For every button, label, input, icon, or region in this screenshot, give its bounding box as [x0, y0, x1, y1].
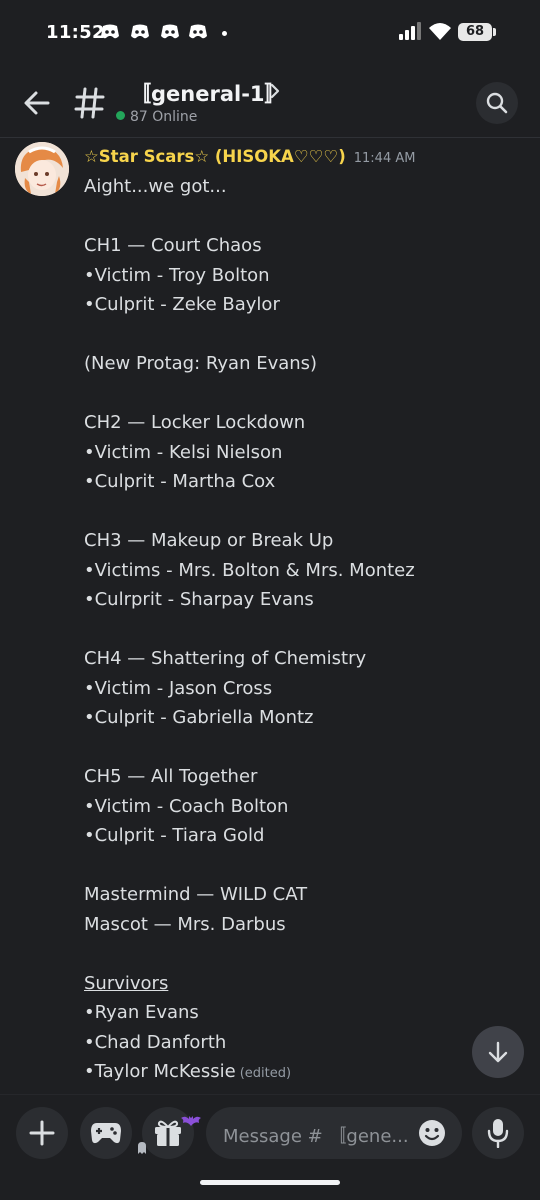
message-line: CH4 — Shattering of Chemistry	[84, 648, 524, 678]
message-line: Mastermind — WILD CAT	[84, 884, 524, 914]
activities-button[interactable]	[80, 1107, 132, 1159]
message-line-text: CH4 — Shattering of Chemistry	[84, 648, 367, 669]
message-line: •Victim - Coach Bolton	[84, 796, 524, 826]
channel-name[interactable]: 〚general-1〛	[130, 78, 286, 108]
message-line-text: •Culprit - Tiara Gold	[84, 825, 265, 846]
discord-icon	[161, 24, 179, 39]
discord-icon	[101, 24, 119, 39]
online-dot	[116, 111, 125, 120]
message-line-text: •Taylor McKessie	[84, 1061, 236, 1082]
message-line: •Victim - Jason Cross	[84, 678, 524, 708]
message-line: •Culrprit - Sharpay Evans	[84, 589, 524, 619]
message-line-text: (New Protag: Ryan Evans)	[84, 353, 318, 374]
message-author[interactable]: ☆Star Scars☆ (HISOKA♡♡♡)	[84, 147, 346, 166]
message-line-text: Mastermind — WILD CAT	[84, 884, 308, 905]
message-line-text: Aight...we got...	[84, 176, 227, 197]
message-line-text: Mascot — Mrs. Darbus	[84, 913, 286, 935]
message-line: (New Protag: Ryan Evans)	[84, 353, 524, 383]
arrow-down-icon	[488, 1041, 508, 1063]
message-line: CH1 — Court Chaos	[84, 235, 524, 265]
status-time: 11:52	[46, 22, 105, 43]
message-line-text: •Ryan Evans	[84, 1002, 199, 1023]
voice-message-button[interactable]	[472, 1107, 524, 1159]
microphone-icon	[487, 1119, 509, 1148]
chevron-right-icon[interactable]	[268, 82, 282, 100]
channel-header: 〚general-1〛 87 Online	[0, 64, 540, 138]
message-line: •Culprit - Martha Cox	[84, 471, 524, 501]
cell-signal-icon	[399, 22, 421, 40]
gift-icon	[155, 1120, 181, 1146]
message-line: Survivors	[84, 973, 524, 1003]
message-line-text: •Culprit - Martha Cox	[84, 471, 276, 492]
avatar-image	[15, 142, 69, 196]
channel-hash-icon	[74, 87, 105, 119]
plus-icon	[29, 1120, 55, 1146]
message-line-text: CH5 — All Together	[84, 766, 258, 787]
message-line-text: •Victim - Coach Bolton	[84, 795, 289, 817]
message-line: •Culprit - Zeke Baylor	[84, 294, 524, 324]
message-line: •Ryan Evans	[84, 1002, 524, 1032]
message-line: •Taylor McKessie (edited)	[84, 1061, 524, 1091]
message-line: •Victim - Troy Bolton	[84, 265, 524, 295]
bat-icon	[181, 1116, 201, 1126]
back-arrow-icon[interactable]	[20, 86, 54, 120]
discord-icon	[189, 24, 207, 39]
message-line-text: •Victim - Troy Bolton	[84, 264, 270, 286]
more-notifications-dot	[222, 31, 227, 36]
message-line: Mascot — Mrs. Darbus	[84, 914, 524, 944]
message-line: •Chad Danforth	[84, 1032, 524, 1062]
status-bar: 11:52 68	[0, 0, 540, 64]
message-line: •Victims - Mrs. Bolton & Mrs. Montez	[84, 560, 524, 590]
ghost-icon	[138, 1142, 146, 1154]
message-line-text: CH1 — Court Chaos	[84, 235, 262, 256]
message-line-text: •Victim - Kelsi Nielson	[84, 441, 283, 463]
jump-to-bottom-button[interactable]	[472, 1026, 524, 1078]
online-count: 87 Online	[130, 109, 198, 125]
message-input[interactable]: Message # 〚gene...	[206, 1107, 462, 1159]
battery-indicator: 68	[458, 23, 496, 41]
wifi-icon	[429, 23, 451, 40]
message-input-placeholder: Message # 〚gene...	[223, 1126, 409, 1147]
search-icon	[486, 92, 508, 114]
avatar[interactable]	[15, 142, 69, 196]
message-line-text: •Chad Danforth	[84, 1031, 227, 1053]
message-line: •Victim - Kelsi Nielson	[84, 442, 524, 472]
discord-icon	[131, 24, 149, 39]
message-line: CH2 — Locker Lockdown	[84, 412, 524, 442]
message-line-text: •Victims - Mrs. Bolton & Mrs. Montez	[84, 559, 415, 581]
message-line: •Culprit - Tiara Gold	[84, 825, 524, 855]
gamepad-icon	[91, 1123, 121, 1144]
message-line-text: •Culrprit - Sharpay Evans	[84, 589, 314, 610]
home-indicator[interactable]	[200, 1180, 340, 1185]
message-line: Aight...we got...	[84, 176, 524, 206]
message-line: •Culprit - Gabriella Montz	[84, 707, 524, 737]
message-line-text: Survivors	[84, 972, 169, 994]
message-line-text: CH3 — Makeup or Break Up	[84, 530, 334, 551]
message-header: ☆Star Scars☆ (HISOKA♡♡♡) 11:44 AM	[84, 147, 415, 166]
message-line: CH5 — All Together	[84, 766, 524, 796]
message-body: Aight...we got... CH1 — Court Chaos •Victi…	[84, 176, 524, 1091]
online-status: 87 Online	[116, 109, 197, 125]
message-line-text: •Victim - Jason Cross	[84, 677, 273, 699]
message-line: CH3 — Makeup or Break Up	[84, 530, 524, 560]
emoji-icon[interactable]	[418, 1119, 446, 1147]
message-line-text: •Culprit - Zeke Baylor	[84, 294, 280, 315]
gift-button[interactable]	[138, 1107, 201, 1159]
message-timestamp: 11:44 AM	[353, 151, 416, 166]
message-line-text: CH2 — Locker Lockdown	[84, 412, 306, 433]
search-button[interactable]	[476, 82, 518, 124]
add-attachment-button[interactable]	[16, 1107, 68, 1159]
edited-label: (edited)	[239, 1066, 292, 1081]
message-line-text: •Culprit - Gabriella Montz	[84, 707, 314, 728]
